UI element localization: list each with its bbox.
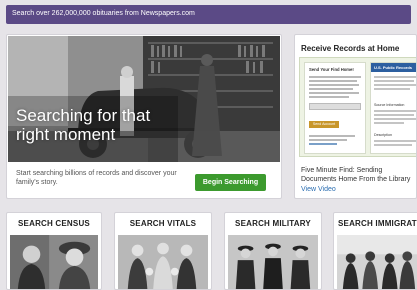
begin-searching-button[interactable]: Begin Searching	[195, 174, 266, 191]
records-promo-image[interactable]: Send Your Find Home! Send Account U.S. P…	[299, 57, 416, 157]
form-link-line	[309, 143, 337, 145]
record-text-line	[374, 140, 416, 142]
record-text-line	[374, 80, 414, 82]
record-text-line	[374, 122, 404, 124]
hero-description: Start searching billions of records and …	[16, 170, 177, 186]
hero-photo: Searching for that right moment	[8, 36, 280, 162]
form-text-line	[309, 88, 353, 90]
hero-card: Searching for that right moment Start se…	[6, 34, 282, 199]
banner-text: Search over 262,000,000 obituaries from …	[12, 10, 195, 17]
search-census-card[interactable]: SEARCH CENSUS	[6, 212, 102, 290]
form-text-line	[309, 139, 347, 141]
source-information-label: Source Information	[374, 103, 405, 107]
immigration-photo-illustration	[337, 235, 417, 289]
search-census-label: SEARCH CENSUS	[18, 219, 90, 228]
form-input-preview	[309, 103, 361, 110]
form-text-line	[309, 92, 359, 94]
military-photo	[228, 235, 318, 289]
public-records-preview: U.S. Public Records Source Information D…	[370, 62, 416, 154]
send-home-form-preview: Send Your Find Home! Send Account	[304, 62, 366, 154]
record-text-line	[374, 144, 412, 146]
public-records-header: U.S. Public Records	[371, 63, 416, 72]
form-preview-title: Send Your Find Home!	[309, 67, 354, 72]
form-preview-button: Send Account	[309, 121, 339, 128]
search-military-label: SEARCH MILITARY	[235, 219, 311, 228]
record-text-line	[374, 118, 416, 120]
form-text-line	[309, 96, 349, 98]
record-text-line	[374, 110, 416, 112]
records-panel: Receive Records at Home Send Your Find H…	[294, 34, 417, 199]
search-military-card[interactable]: SEARCH MILITARY	[224, 212, 322, 290]
form-text-line	[309, 84, 359, 86]
search-immigration-card[interactable]: SEARCH IMMIGRATION	[333, 212, 417, 290]
view-video-link[interactable]: View Video	[301, 186, 336, 193]
census-photo-illustration	[10, 235, 98, 289]
description-label: Description	[374, 133, 392, 137]
obituaries-banner[interactable]: Search over 262,000,000 obituaries from …	[6, 5, 411, 24]
census-photo	[10, 235, 98, 289]
records-panel-title: Receive Records at Home	[301, 44, 400, 53]
search-immigration-label: SEARCH IMMIGRATION	[338, 219, 417, 228]
hero-title: Searching for that right moment	[16, 106, 151, 144]
vitals-photo	[118, 235, 208, 289]
record-text-line	[374, 76, 416, 78]
records-panel-description: Five Minute Find: Sending Documents Home…	[301, 167, 411, 183]
form-text-line	[309, 76, 361, 78]
form-text-line	[309, 135, 355, 137]
vitals-photo-illustration	[118, 235, 208, 289]
record-text-line	[374, 114, 414, 116]
record-text-line	[374, 88, 410, 90]
immigration-photo	[337, 235, 417, 289]
search-vitals-card[interactable]: SEARCH VITALS	[114, 212, 212, 290]
military-photo-illustration	[228, 235, 318, 289]
form-text-line	[309, 80, 357, 82]
search-vitals-label: SEARCH VITALS	[129, 219, 197, 228]
record-text-line	[374, 84, 416, 86]
